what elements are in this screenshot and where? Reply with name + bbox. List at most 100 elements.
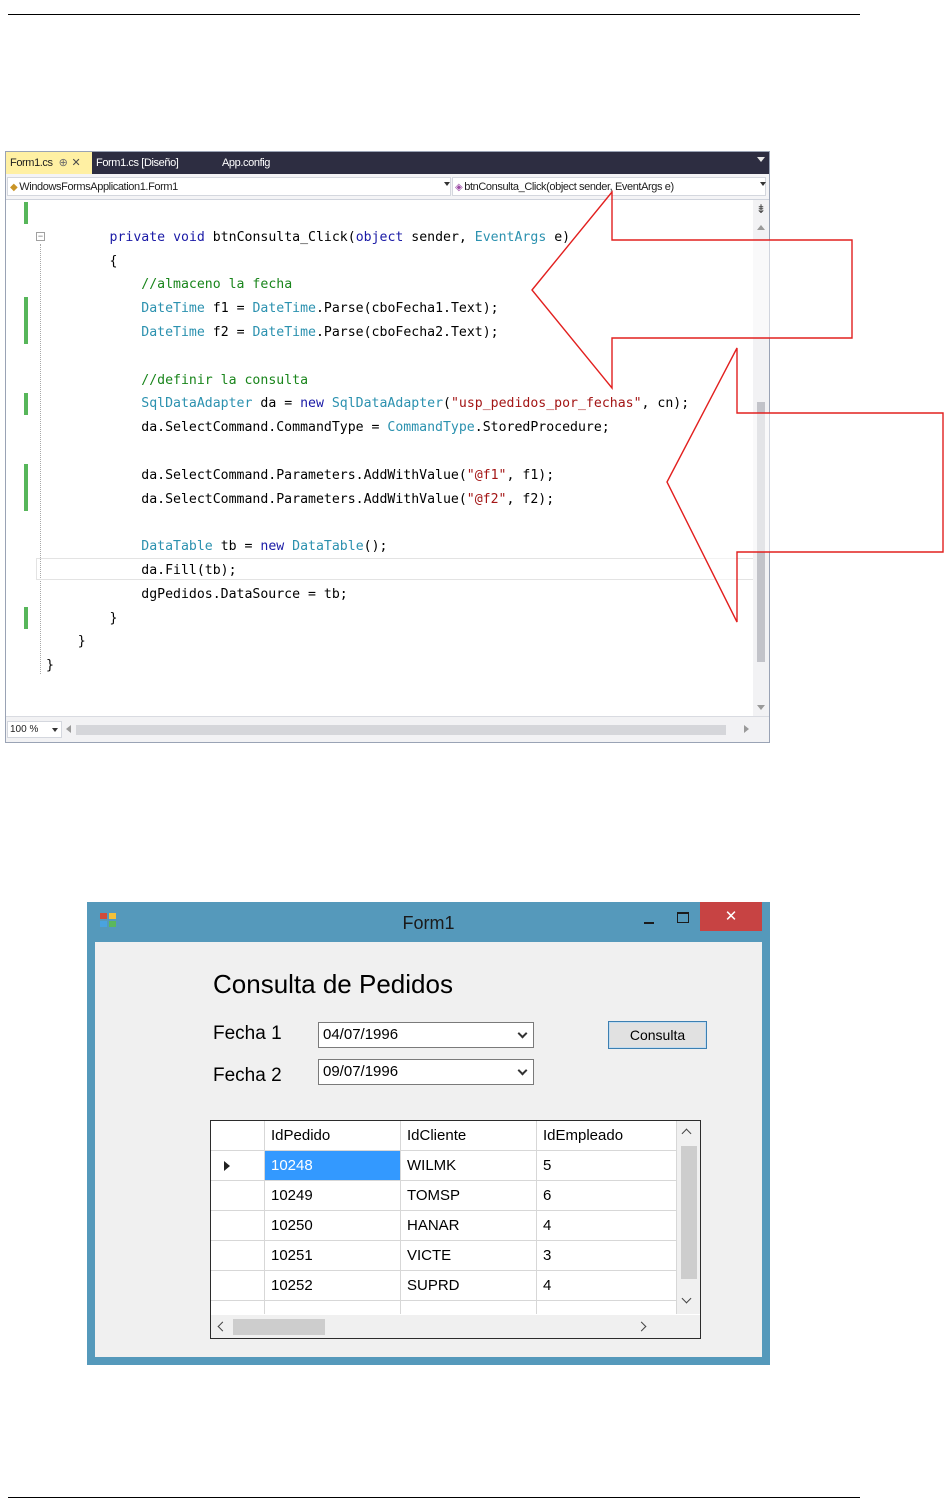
chevron-down-icon[interactable] [52, 728, 58, 732]
column-header-idempleado[interactable]: IdEmpleado [537, 1121, 677, 1151]
code-line: //definir la consulta [46, 369, 308, 393]
tab-app-config[interactable]: App.config [218, 152, 274, 174]
scroll-up-icon[interactable] [757, 225, 765, 230]
tab-overflow-icon[interactable] [757, 157, 765, 162]
pin-icon[interactable]: ⊕ [59, 157, 68, 169]
member-dropdown[interactable]: ◈ btnConsulta_Click(object sender, EventA… [452, 177, 766, 196]
table-cell[interactable]: HANAR [401, 1211, 537, 1241]
chevron-left-icon[interactable] [217, 1321, 228, 1332]
code-line: //almaceno la fecha [46, 273, 292, 297]
table-cell[interactable]: 10249 [265, 1181, 401, 1211]
chevron-down-icon[interactable] [517, 1065, 528, 1076]
pedidos-datagrid[interactable]: IdPedido IdCliente IdEmpleado 10248 WILMK… [210, 1120, 701, 1339]
tab-label: Form1.cs [Diseño] [96, 157, 179, 169]
row-header[interactable] [211, 1151, 265, 1181]
table-cell[interactable]: 10251 [265, 1241, 401, 1271]
table-cell[interactable]: 10250 [265, 1211, 401, 1241]
collapse-icon[interactable]: − [36, 232, 45, 241]
code-token: f2 = [204, 325, 253, 340]
grid-vertical-scrollbar[interactable] [677, 1121, 700, 1314]
table-cell[interactable]: TOMSP [401, 1181, 537, 1211]
table-cell[interactable]: 5 [537, 1151, 677, 1181]
row-header[interactable] [211, 1181, 265, 1211]
grid-horizontal-scrollbar[interactable] [211, 1315, 677, 1338]
code-token: new [260, 539, 285, 555]
fecha2-value: 09/07/1996 [323, 1063, 399, 1080]
scroll-thumb[interactable] [681, 1146, 697, 1279]
code-token: void [173, 229, 205, 245]
code-token: btnConsulta_Click( [204, 229, 356, 245]
new-row-cell[interactable] [401, 1301, 537, 1314]
code-token: da = [252, 396, 301, 412]
scroll-thumb[interactable] [233, 1319, 325, 1335]
code-token: } [46, 634, 86, 650]
chevron-down-icon[interactable] [760, 182, 766, 186]
code-token: private [109, 229, 166, 245]
consulta-button[interactable]: Consulta [608, 1021, 707, 1049]
split-icon[interactable]: ⇟ [755, 203, 767, 215]
new-row-cell[interactable] [537, 1301, 677, 1314]
close-button[interactable]: ✕ [700, 902, 762, 931]
minimize-button[interactable] [637, 910, 663, 930]
table-cell[interactable]: 6 [537, 1181, 677, 1211]
code-token: ( [443, 396, 451, 412]
column-header-idpedido[interactable]: IdPedido [265, 1121, 401, 1151]
code-token: } [46, 658, 54, 674]
chevron-right-icon[interactable] [636, 1321, 647, 1332]
code-text-area[interactable]: − private void btnConsulta_Click(object … [6, 200, 766, 718]
document-tab-bar: Form1.cs ⊕ ✕ Form1.cs [Diseño] App.config [6, 152, 769, 174]
tab-form1-cs[interactable]: Form1.cs ⊕ ✕ [6, 152, 92, 174]
scroll-thumb[interactable] [757, 402, 765, 662]
type-dropdown[interactable]: ◆ WindowsFormsApplication1.Form1 [7, 177, 451, 196]
scrollbar-corner [677, 1315, 700, 1338]
grid-corner-header[interactable] [211, 1121, 265, 1151]
chevron-down-icon[interactable] [444, 182, 450, 186]
row-header[interactable] [211, 1271, 265, 1301]
code-token: , f1); [506, 467, 555, 483]
table-cell[interactable]: WILMK [401, 1151, 537, 1181]
scroll-down-icon[interactable] [757, 705, 765, 710]
form1-window: Form1 ✕ Consulta de Pedidos Fecha 1 04/0… [87, 902, 770, 1365]
table-cell[interactable]: 3 [537, 1241, 677, 1271]
column-header-idcliente[interactable]: IdCliente [401, 1121, 537, 1151]
new-row-header[interactable] [211, 1301, 265, 1314]
tab-label: Form1.cs [10, 157, 53, 169]
table-cell[interactable]: VICTE [401, 1241, 537, 1271]
row-header[interactable] [211, 1241, 265, 1271]
code-token: object [355, 229, 404, 245]
code-line: da.Fill(tb); [46, 559, 237, 583]
scroll-left-icon[interactable] [66, 725, 71, 733]
code-token: DataTable [292, 539, 364, 555]
close-icon[interactable]: ✕ [71, 157, 80, 169]
scroll-right-icon[interactable] [744, 725, 749, 733]
code-line: { [46, 250, 118, 274]
tab-form1-design[interactable]: Form1.cs [Diseño] [92, 152, 182, 174]
code-token: } [46, 610, 118, 626]
new-row-cell[interactable] [265, 1301, 401, 1314]
table-cell[interactable]: SUPRD [401, 1271, 537, 1301]
chevron-up-icon[interactable] [681, 1128, 692, 1139]
chevron-down-icon[interactable] [517, 1028, 528, 1039]
method-icon: ◈ [455, 182, 463, 193]
tab-label: App.config [222, 157, 270, 169]
maximize-button[interactable] [669, 908, 695, 928]
code-token: SqlDataAdapter [331, 396, 444, 412]
table-cell[interactable]: 10252 [265, 1271, 401, 1301]
editor-bottom-bar: 100 % [6, 716, 769, 742]
fecha1-combobox[interactable]: 04/07/1996 [318, 1022, 534, 1048]
table-cell[interactable]: 4 [537, 1271, 677, 1301]
title-bar[interactable]: Form1 ✕ [87, 902, 770, 942]
table-cell[interactable]: 10248 [265, 1151, 401, 1181]
row-header[interactable] [211, 1211, 265, 1241]
horizontal-scrollbar[interactable] [76, 725, 726, 735]
zoom-dropdown[interactable]: 100 % [7, 721, 62, 738]
change-marker [24, 202, 28, 224]
code-token: e) [546, 229, 571, 245]
fecha2-combobox[interactable]: 09/07/1996 [318, 1059, 534, 1085]
code-token: CommandType [387, 420, 475, 436]
chevron-down-icon[interactable] [681, 1293, 692, 1304]
vertical-scrollbar[interactable]: ⇟ [753, 200, 769, 718]
table-cell[interactable]: 4 [537, 1211, 677, 1241]
code-token: da.Fill(tb); [46, 563, 237, 578]
